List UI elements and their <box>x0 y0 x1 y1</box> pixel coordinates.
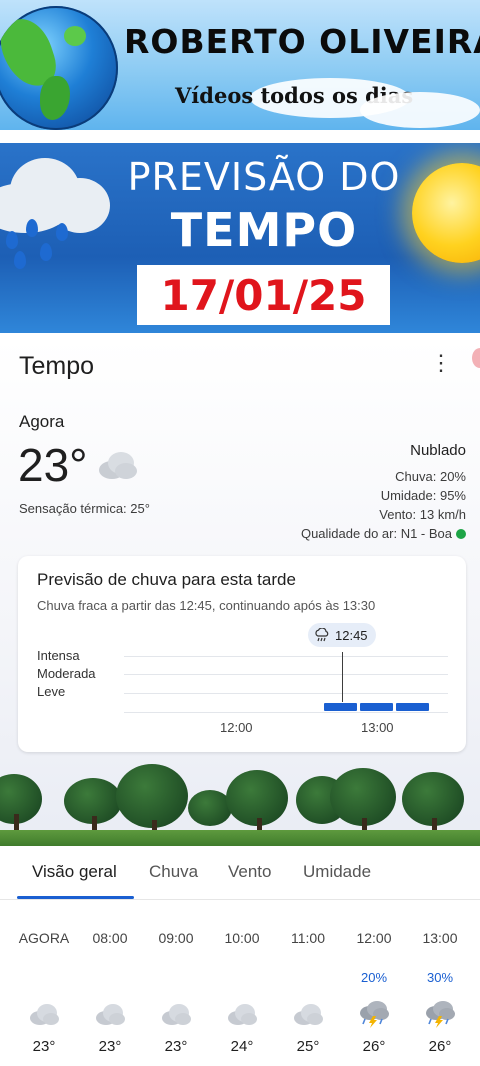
cloud-icon <box>30 1004 59 1025</box>
globe-icon <box>0 6 118 130</box>
forecast-date: 17/01/25 <box>137 265 390 325</box>
hour-temp: 23° <box>32 1038 56 1055</box>
hourly-forecast: AGORA 23° 08:00 23° 09:00 23° 10:00 24° … <box>0 900 480 1066</box>
hour-item[interactable]: 08:00 23° <box>77 900 143 1066</box>
channel-name: ROBERTO OLIVEIRA <box>124 22 480 61</box>
forecast-title-line2: TEMPO <box>170 203 358 257</box>
hour-time: 11:00 <box>291 930 325 946</box>
tab-rain[interactable]: Chuva <box>149 862 198 882</box>
cloud-icon <box>162 1004 191 1025</box>
rain-bar <box>324 703 357 711</box>
time-marker-chip: 12:45 <box>308 623 376 647</box>
rain-chance: Chuva: 20% <box>395 469 466 484</box>
tab-overview[interactable]: Visão geral <box>32 862 117 882</box>
cloud-icon <box>294 1004 323 1025</box>
hour-item[interactable]: 11:00 25° <box>275 900 341 1066</box>
hour-time: 10:00 <box>224 930 260 946</box>
grid-line <box>124 693 448 694</box>
hour-temp: 24° <box>230 1038 254 1055</box>
widget-title: Tempo <box>19 352 95 380</box>
rain-forecast-title: Previsão de chuva para esta tarde <box>37 570 296 589</box>
forecast-tabs: Visão geral Chuva Vento Umidade <box>0 846 480 900</box>
now-label: Agora <box>19 412 65 431</box>
grid-line <box>124 674 448 675</box>
cloud-icon <box>228 1004 257 1025</box>
current-temperature: 23° <box>18 439 88 491</box>
air-quality-label: Qualidade do ar: N1 - Boa <box>300 526 452 541</box>
level-moderate: Moderada <box>37 666 96 681</box>
tab-humidity[interactable]: Umidade <box>303 862 371 882</box>
weather-widget: Tempo ⋮ Agora 23° Sensação térmica: 25° … <box>0 338 480 1066</box>
rain-bar <box>360 703 393 711</box>
landscape-illustration <box>0 756 480 846</box>
wind: Vento: 13 km/h <box>379 507 466 522</box>
hour-temp: 25° <box>296 1038 320 1055</box>
humidity: Umidade: 95% <box>380 488 466 503</box>
baseline <box>124 712 448 713</box>
time-marker <box>342 652 343 702</box>
cloud-icon <box>96 1004 125 1025</box>
hour-time: AGORA <box>18 930 70 946</box>
cloud-icon <box>99 452 137 479</box>
hour-item[interactable]: AGORA 23° <box>11 900 77 1066</box>
air-quality-status-dot <box>456 529 466 539</box>
scroll-indicator <box>472 348 480 368</box>
air-quality: Qualidade do ar: N1 - Boa <box>301 526 466 541</box>
time-tick: 12:00 <box>220 720 253 735</box>
hour-time: 09:00 <box>158 930 194 946</box>
hour-precip: 30% <box>426 970 454 985</box>
level-light: Leve <box>37 684 66 699</box>
hour-item[interactable]: 13:00 30% 26° <box>407 900 473 1066</box>
hour-item[interactable]: 10:00 24° <box>209 900 275 1066</box>
active-tab-indicator <box>17 896 134 899</box>
hour-temp: 26° <box>428 1038 452 1055</box>
channel-tagline: Vídeos todos os dias <box>175 83 414 108</box>
level-intense: Intensa <box>37 648 80 663</box>
forecast-title-line1: PREVISÃO DO <box>127 155 401 199</box>
grid-line <box>124 656 448 657</box>
hour-temp: 23° <box>164 1038 188 1055</box>
time-tick: 13:00 <box>361 720 394 735</box>
thunderstorm-icon <box>360 1001 389 1028</box>
feels-like: Sensação térmica: 25° <box>19 501 150 516</box>
hour-time: 08:00 <box>92 930 128 946</box>
rain-cloud-icon <box>315 628 329 642</box>
forecast-title-banner: PREVISÃO DO TEMPO 17/01/25 <box>0 143 480 333</box>
hour-precip: 20% <box>360 970 388 985</box>
hour-item[interactable]: 09:00 23° <box>143 900 209 1066</box>
more-vert-icon[interactable]: ⋮ <box>430 352 452 374</box>
hour-time: 13:00 <box>422 930 458 946</box>
hour-temp: 23° <box>98 1038 122 1055</box>
thunderstorm-icon <box>426 1001 455 1028</box>
rain-forecast-card: Previsão de chuva para esta tarde Chuva … <box>18 556 466 752</box>
rain-bar <box>396 703 429 711</box>
hour-item[interactable]: 12:00 20% 26° <box>341 900 407 1066</box>
tab-wind[interactable]: Vento <box>228 862 272 882</box>
hour-temp: 26° <box>362 1038 386 1055</box>
hour-time: 12:00 <box>356 930 392 946</box>
time-marker-label: 12:45 <box>335 627 368 643</box>
rain-forecast-subtitle: Chuva fraca a partir das 12:45, continua… <box>37 598 376 613</box>
channel-banner: ROBERTO OLIVEIRA Vídeos todos os dias <box>0 0 480 130</box>
condition-label: Nublado <box>410 442 466 459</box>
